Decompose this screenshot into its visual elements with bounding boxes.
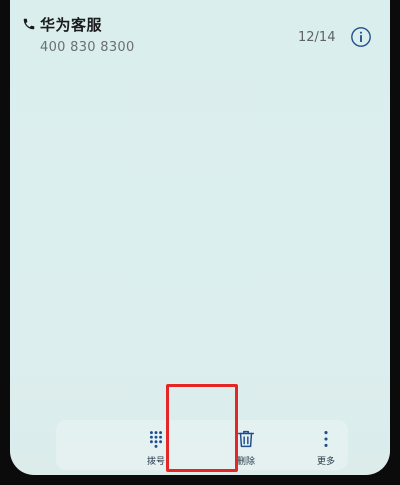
- dialpad-icon: [149, 431, 163, 448]
- more-button[interactable]: 更多: [296, 428, 356, 468]
- record-counter: 12/14: [298, 30, 336, 45]
- more-icon: [324, 431, 328, 447]
- more-label: 更多: [316, 457, 335, 467]
- contact-name: 华为客服: [40, 16, 103, 34]
- contact-number[interactable]: 400 830 8300: [40, 40, 135, 55]
- delete-highlight-box: [166, 384, 238, 472]
- info-icon[interactable]: [350, 26, 372, 48]
- trash-icon: [237, 430, 255, 448]
- contact-header: 华为客服 400 830 8300 12/14: [10, 0, 390, 70]
- device-frame: 华为客服 400 830 8300 12/14 拨号 删除 更多: [0, 0, 400, 485]
- phone-icon: [23, 18, 35, 30]
